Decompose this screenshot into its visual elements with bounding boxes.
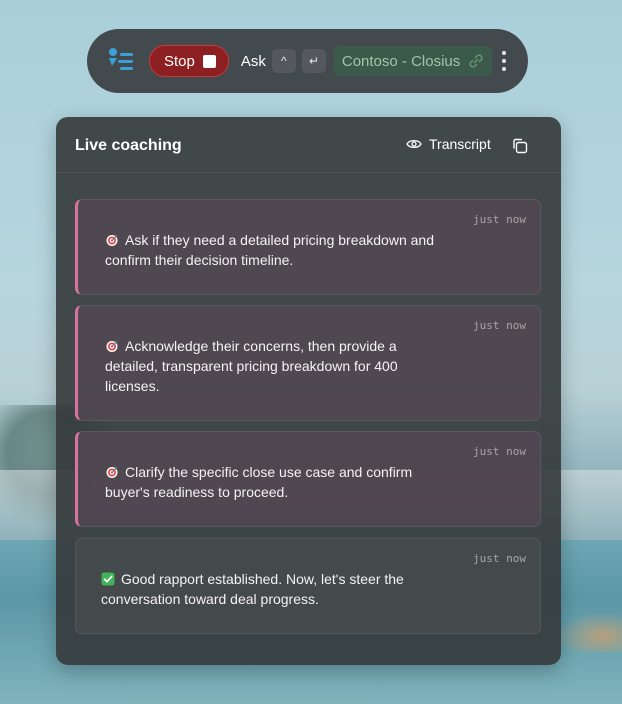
coaching-card: just now Clarify the specific close use … — [75, 431, 541, 527]
contact-pill[interactable]: Contoso - Closius — [333, 46, 493, 76]
transcript-button[interactable]: Transcript — [406, 136, 491, 152]
card-text: Ask if they need a detailed pricing brea… — [105, 230, 450, 270]
card-timestamp: just now — [473, 213, 526, 226]
check-icon — [101, 572, 115, 586]
card-text: Acknowledge their concerns, then provide… — [105, 336, 450, 396]
app-logo-icon[interactable] — [103, 44, 137, 78]
target-icon — [106, 234, 118, 246]
link-icon — [469, 54, 483, 68]
card-message: Clarify the specific close use case and … — [105, 464, 413, 500]
panel-title: Live coaching — [75, 137, 182, 154]
live-coaching-panel: Live coaching Transcript just now Ask if… — [56, 117, 561, 665]
card-text: Good rapport established. Now, let's ste… — [101, 569, 446, 609]
card-timestamp: just now — [473, 319, 526, 332]
transcript-label: Transcript — [429, 136, 491, 152]
floating-toolbar: Stop Ask ^ ↵ Contoso - Closius — [87, 29, 528, 93]
stop-button[interactable]: Stop — [149, 45, 229, 77]
card-message: Acknowledge their concerns, then provide… — [105, 338, 398, 394]
target-icon — [106, 340, 118, 352]
stop-button-label: Stop — [164, 52, 195, 70]
card-message: Good rapport established. Now, let's ste… — [101, 571, 404, 607]
keyboard-shortcut-enter: ↵ — [301, 49, 326, 73]
ask-label[interactable]: Ask — [241, 53, 266, 70]
contact-name: Contoso - Closius — [341, 52, 461, 70]
background-sand — [555, 612, 622, 652]
card-timestamp: just now — [473, 552, 526, 565]
card-message: Ask if they need a detailed pricing brea… — [105, 232, 434, 268]
coaching-card: just now Good rapport established. Now, … — [75, 538, 541, 634]
panel-header: Live coaching Transcript — [56, 117, 561, 173]
more-options-icon[interactable] — [494, 46, 514, 76]
coaching-card: just now Acknowledge their concerns, the… — [75, 305, 541, 421]
card-timestamp: just now — [473, 445, 526, 458]
target-icon — [106, 466, 118, 478]
card-text: Clarify the specific close use case and … — [105, 462, 450, 502]
eye-icon — [406, 139, 422, 149]
copy-icon[interactable] — [511, 137, 529, 155]
coaching-card: just now Ask if they need a detailed pri… — [75, 199, 541, 295]
stop-icon — [202, 54, 216, 68]
keyboard-shortcut-up: ^ — [271, 49, 296, 73]
